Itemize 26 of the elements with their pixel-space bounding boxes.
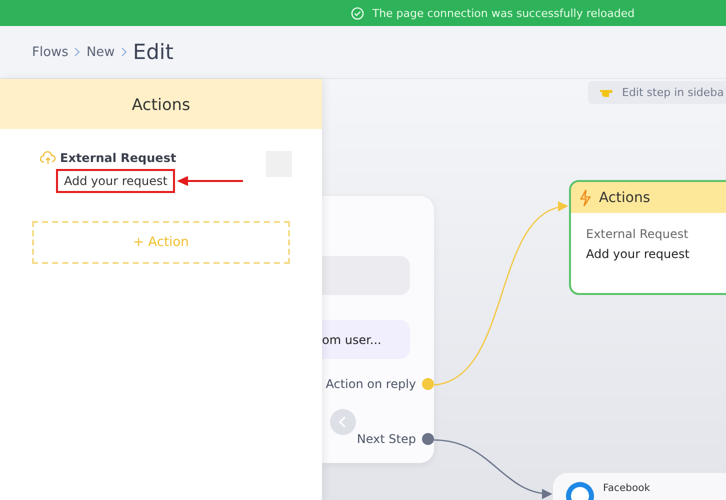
- cloud-upload-icon: [40, 151, 56, 165]
- message-text: om user...: [322, 332, 382, 346]
- actions-node[interactable]: Actions External Request Add your request: [569, 180, 726, 295]
- chevron-right-icon: [120, 47, 127, 57]
- breadcrumb-link[interactable]: New: [86, 44, 115, 60]
- lightning-icon: [579, 188, 591, 206]
- breadcrumb-link[interactable]: Flows: [32, 44, 68, 60]
- breadcrumb-link[interactable]: Edit: [132, 40, 174, 64]
- step-node[interactable]: om user... Action on reply Next Step: [322, 196, 434, 463]
- action-title: External Request: [60, 151, 176, 165]
- sidebar-title: Actions: [0, 79, 322, 129]
- output-port[interactable]: [422, 433, 434, 445]
- node-action-title: External Request: [586, 227, 690, 241]
- check-circle-icon: [351, 6, 364, 20]
- action-subtitle[interactable]: Add your request: [56, 169, 176, 193]
- hint-text: Edit step in sideba: [622, 86, 724, 99]
- output-label: Next Step: [356, 432, 416, 446]
- node-title: Actions: [599, 190, 650, 206]
- banner-message: The page connection was successfully reloaded: [372, 6, 635, 20]
- chevron-right-icon: [74, 47, 80, 57]
- chevron-left-icon: [339, 416, 347, 428]
- node-title: Facebook: [603, 483, 650, 494]
- arrow-icon: [177, 176, 244, 186]
- node-action-subtitle: Add your request: [586, 247, 690, 261]
- facebook-node[interactable]: Facebook: [553, 473, 726, 500]
- output-label: Action on reply: [326, 377, 416, 391]
